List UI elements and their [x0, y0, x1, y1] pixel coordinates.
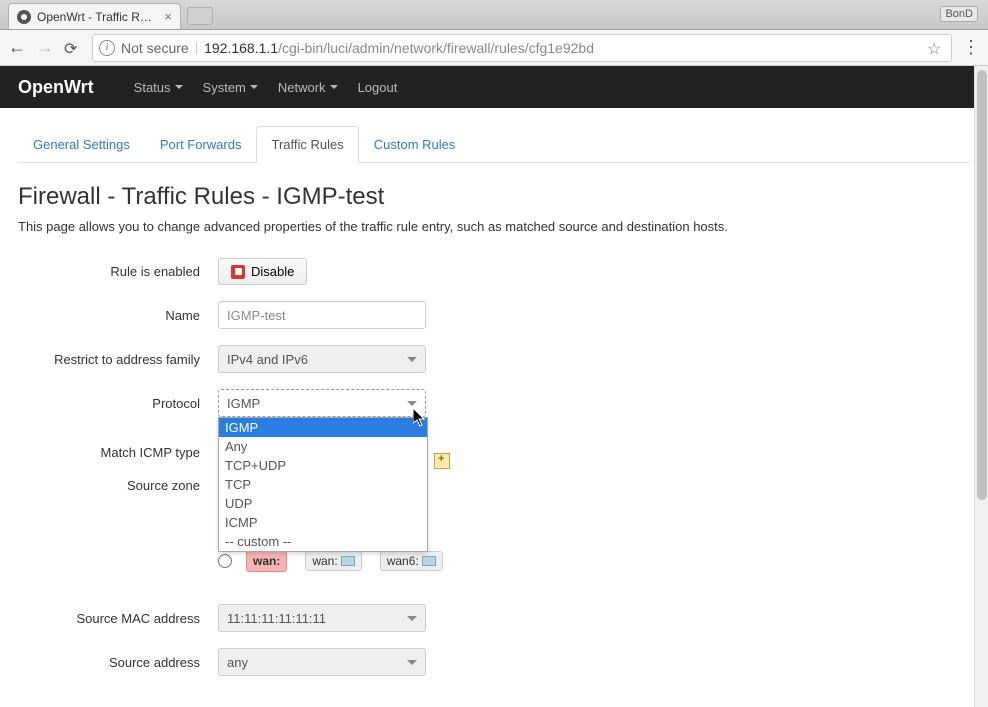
label-source-zone: Source zone [18, 476, 218, 493]
add-icmp-type-icon[interactable] [434, 453, 450, 469]
browser-profile-badge[interactable]: BonD [940, 6, 978, 22]
nav-system[interactable]: System [203, 80, 258, 95]
address-family-select[interactable]: IPv4 and IPv6 [218, 345, 426, 373]
zone-option-wan[interactable]: wan: wan: wan6: [218, 550, 443, 572]
disable-button[interactable]: Disable [218, 258, 307, 285]
nav-network[interactable]: Network [278, 80, 338, 95]
address-bar[interactable]: i Not secure | 192.168.1.1/cgi-bin/luci/… [92, 34, 952, 62]
row-protocol: Protocol IGMP IGMP Any TCP+UDP TCP UDP I… [18, 389, 970, 417]
tab-title: OpenWrt - Traffic R… [37, 10, 152, 24]
page-title: Firewall - Traffic Rules - IGMP-test [18, 183, 970, 211]
row-source-address: Source address any [18, 648, 970, 676]
tab-traffic-rules[interactable]: Traffic Rules [256, 126, 358, 163]
row-address-family: Restrict to address family IPv4 and IPv6 [18, 345, 970, 373]
source-address-select[interactable]: any [218, 648, 426, 676]
tab-port-forwards[interactable]: Port Forwards [145, 126, 257, 163]
url-text: 192.168.1.1/cgi-bin/luci/admin/network/f… [204, 40, 594, 56]
label-source-mac: Source MAC address [18, 611, 218, 626]
label-protocol: Protocol [18, 396, 218, 411]
protocol-select[interactable]: IGMP [218, 389, 426, 417]
chevron-down-icon [175, 85, 183, 89]
protocol-dropdown: IGMP Any TCP+UDP TCP UDP ICMP -- custom … [218, 417, 428, 552]
protocol-option-icmp[interactable]: ICMP [219, 513, 427, 532]
browser-tab-strip: OpenWrt - Traffic R… × BonD [0, 0, 988, 30]
label-address-family: Restrict to address family [18, 352, 218, 367]
page-description: This page allows you to change advanced … [18, 219, 970, 234]
protocol-option-tcpudp[interactable]: TCP+UDP [219, 456, 427, 475]
browser-menu-icon[interactable]: ⋮ [962, 39, 980, 57]
close-tab-icon[interactable]: × [164, 9, 172, 24]
iface-wan6-chip: wan6: [380, 551, 443, 571]
protocol-option-custom[interactable]: -- custom -- [219, 532, 427, 551]
protocol-option-udp[interactable]: UDP [219, 494, 427, 513]
label-name: Name [18, 308, 218, 323]
source-mac-select[interactable]: 11:11:11:11:11:11 [218, 604, 426, 632]
brand-label[interactable]: OpenWrt [18, 77, 94, 98]
iface-wan-chip: wan: [305, 551, 361, 571]
chevron-down-icon [330, 85, 338, 89]
row-source-mac: Source MAC address 11:11:11:11:11:11 [18, 604, 970, 632]
protocol-option-any[interactable]: Any [219, 437, 427, 456]
browser-tab[interactable]: OpenWrt - Traffic R… × [8, 3, 181, 29]
protocol-option-igmp[interactable]: IGMP [219, 418, 427, 437]
name-input[interactable] [218, 301, 426, 329]
page-viewport: OpenWrt Status System Network Logout Gen… [0, 66, 988, 707]
tab-general-settings[interactable]: General Settings [18, 126, 145, 163]
label-source-address: Source address [18, 655, 218, 670]
main-content: General Settings Port Forwards Traffic R… [0, 108, 988, 707]
scrollbar-thumb[interactable] [977, 70, 987, 500]
row-name: Name [18, 301, 970, 329]
label-icmp-type: Match ICMP type [18, 445, 218, 460]
chevron-down-icon [250, 85, 258, 89]
protocol-option-tcp[interactable]: TCP [219, 475, 427, 494]
row-source-zone: Source zone lan: lan: wan: wan: [18, 476, 970, 584]
back-button[interactable]: ← [8, 39, 26, 57]
chevron-down-icon [407, 660, 417, 665]
browser-toolbar: ← → ⟳ i Not secure | 192.168.1.1/cgi-bin… [0, 30, 988, 66]
ethernet-icon [341, 556, 355, 566]
stop-icon [231, 265, 245, 279]
nav-logout[interactable]: Logout [358, 80, 398, 95]
firewall-tabs: General Settings Port Forwards Traffic R… [18, 126, 970, 163]
reload-button[interactable]: ⟳ [64, 39, 82, 57]
chevron-down-icon [407, 401, 417, 406]
row-icmp-type: Match ICMP type [18, 445, 970, 460]
chevron-down-icon [407, 357, 417, 362]
not-secure-label: Not secure [121, 40, 189, 56]
vertical-scrollbar[interactable] [974, 66, 988, 707]
tab-custom-rules[interactable]: Custom Rules [359, 126, 471, 163]
bookmark-star-icon[interactable]: ☆ [927, 39, 945, 57]
site-info-icon[interactable]: i [99, 40, 115, 56]
chevron-down-icon [407, 616, 417, 621]
zone-wan-badge: wan: [246, 550, 287, 572]
new-tab-button[interactable] [187, 7, 213, 25]
row-rule-enabled: Rule is enabled Disable [18, 258, 970, 285]
forward-button: → [36, 39, 54, 57]
favicon-icon [17, 10, 31, 24]
zone-wan-radio[interactable] [218, 554, 232, 568]
ethernet-icon [422, 556, 436, 566]
nav-status[interactable]: Status [134, 80, 183, 95]
label-rule-enabled: Rule is enabled [18, 264, 218, 279]
app-navbar: OpenWrt Status System Network Logout [0, 66, 988, 108]
